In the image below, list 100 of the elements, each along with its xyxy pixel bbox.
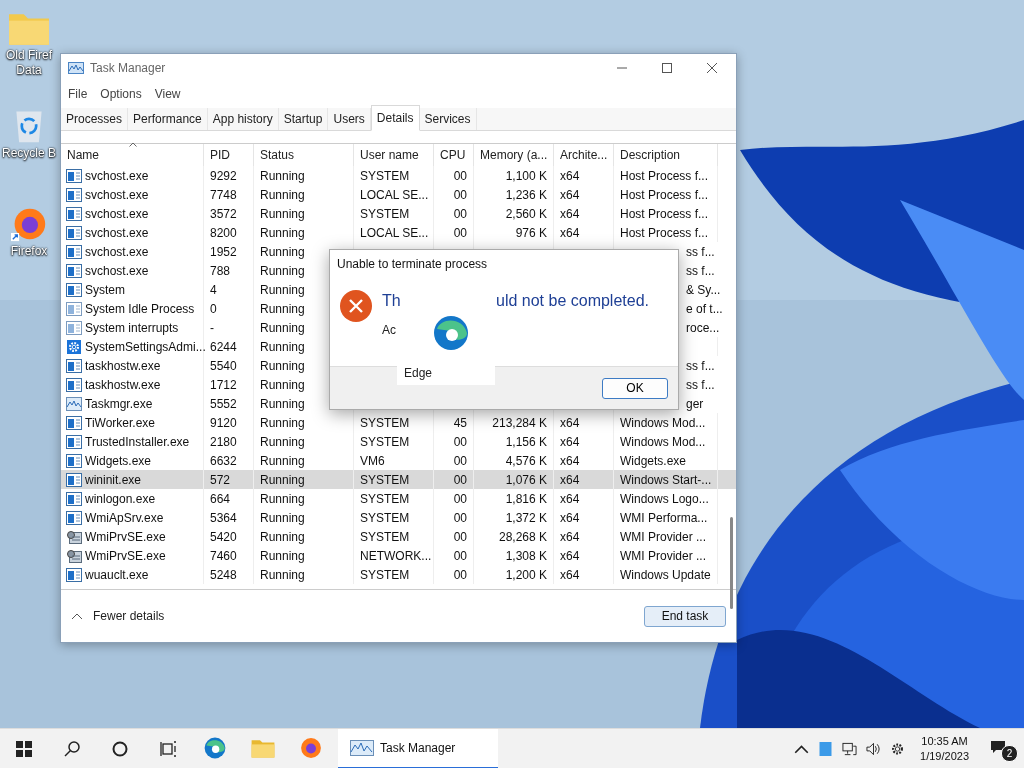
process-name: taskhostw.exe (85, 358, 161, 373)
clock[interactable]: 10:35 AM 1/19/2023 (920, 733, 969, 764)
process-name: TrustedInstaller.exe (85, 434, 190, 449)
fewer-details-link[interactable]: Fewer details (93, 609, 165, 623)
menu-item[interactable]: File (68, 87, 88, 101)
table-cell: Windows Update (620, 567, 711, 582)
window-icon (66, 567, 82, 582)
table-row[interactable]: svchost.exe 8200 Running LOCAL SE... 00 976 K x64 Host Process f... (61, 223, 736, 242)
network-icon[interactable] (842, 741, 858, 756)
table-cell: Running (260, 434, 305, 449)
desktop-icon-label: Firefox (10, 244, 48, 259)
windows-start-icon[interactable] (16, 740, 32, 757)
table-cell: 1,236 K (505, 187, 547, 202)
table-cell: 45 (453, 415, 467, 430)
ok-button[interactable]: OK (602, 377, 668, 399)
column-header[interactable]: Description (614, 144, 718, 166)
table-cell: 3572 (210, 206, 237, 221)
taskbar-button[interactable]: Task Manager (338, 728, 498, 768)
process-name: svchost.exe (85, 206, 149, 221)
table-row[interactable]: TiWorker.exe 9120 Running SYSTEM 45 213,284 K x64 Windows Mod... (61, 413, 736, 432)
task-view-icon[interactable] (160, 740, 176, 757)
tab[interactable]: Performance (128, 108, 208, 130)
firefox-icon (299, 736, 323, 759)
process-name: svchost.exe (85, 168, 149, 183)
desktop-icon-label: Recycle B (2, 146, 56, 161)
tab[interactable]: App history (207, 108, 279, 130)
menu-item[interactable]: Options (100, 87, 142, 101)
table-cell: 00 (453, 187, 467, 202)
table-cell: SYSTEM (360, 415, 410, 430)
process-name: taskhostw.exe (85, 377, 161, 392)
table-cell: SYSTEM (360, 491, 410, 506)
notifications-icon[interactable] (990, 739, 1006, 754)
tab[interactable]: Startup (278, 108, 329, 130)
menu-item[interactable]: View (154, 87, 181, 101)
column-header[interactable]: CPU (434, 144, 474, 166)
table-row[interactable]: WmiApSrv.exe 5364 Running SYSTEM 00 1,372 K x64 WMI Performa... (61, 508, 736, 527)
window-title: Task Manager (90, 61, 166, 75)
window-icon (66, 301, 82, 316)
table-row[interactable]: svchost.exe 9292 Running SYSTEM 00 1,100 K x64 Host Process f... (61, 166, 736, 185)
tab[interactable]: Processes (61, 108, 129, 130)
window-icon (66, 434, 82, 449)
column-header[interactable]: Memory (a... (474, 144, 554, 166)
volume-icon[interactable] (866, 741, 882, 756)
table-row[interactable]: WmiPrvSE.exe 5420 Running SYSTEM 00 28,268 K x64 WMI Provider ... (61, 527, 736, 546)
end-task-button[interactable]: End task (644, 605, 726, 627)
table-row[interactable]: svchost.exe 7748 Running LOCAL SE... 00 1,236 K x64 Host Process f... (61, 185, 736, 204)
collapse-chevron-icon[interactable] (71, 612, 83, 620)
date: 1/19/2023 (920, 748, 969, 764)
table-cell: 1,076 K (505, 472, 547, 487)
maximize-icon[interactable] (661, 62, 673, 74)
column-header[interactable]: User name (354, 144, 434, 166)
table-cell: e of t... (686, 301, 723, 316)
dialog-title: Unable to terminate process (336, 256, 489, 271)
search-icon[interactable] (64, 740, 80, 757)
table-row[interactable]: wininit.exe 572 Running SYSTEM 00 1,076 K x64 Windows Start-... (61, 470, 736, 489)
table-cell: x64 (560, 472, 580, 487)
tab[interactable]: Details (370, 105, 420, 131)
table-row[interactable]: svchost.exe 3572 Running SYSTEM 00 2,560 K x64 Host Process f... (61, 204, 736, 223)
table-cell: 1,100 K (505, 168, 547, 183)
process-name: System Idle Process (85, 301, 195, 316)
table-cell: 00 (453, 529, 467, 544)
process-name: WmiApSrv.exe (85, 510, 164, 525)
table-cell: Running (260, 244, 305, 259)
table-cell: 7460 (210, 548, 237, 563)
process-name: wininit.exe (85, 472, 142, 487)
table-cell: 00 (453, 225, 467, 240)
process-name: svchost.exe (85, 263, 149, 278)
table-cell: Running (260, 453, 305, 468)
table-cell: SYSTEM (360, 472, 410, 487)
table-cell: 00 (453, 168, 467, 183)
settings-icon[interactable] (890, 741, 906, 756)
table-cell: Running (260, 225, 305, 240)
table-row[interactable]: winlogon.exe 664 Running SYSTEM 00 1,816 K x64 Windows Logo... (61, 489, 736, 508)
square-icon[interactable] (818, 741, 834, 756)
table-row[interactable]: TrustedInstaller.exe 2180 Running SYSTEM 00 1,156 K x64 Windows Mod... (61, 432, 736, 451)
tab[interactable]: Users (328, 108, 371, 130)
table-cell: x64 (560, 168, 580, 183)
table-cell: 9292 (210, 168, 237, 183)
table-cell: 8200 (210, 225, 237, 240)
table-cell: x64 (560, 187, 580, 202)
drag-label: Edge (404, 366, 433, 380)
column-header[interactable]: Status (254, 144, 354, 166)
table-row[interactable]: wuauclt.exe 5248 Running SYSTEM 00 1,200 K x64 Windows Update (61, 565, 736, 584)
window-icon (66, 377, 82, 392)
table-cell: Running (260, 320, 305, 335)
column-header[interactable]: PID (204, 144, 254, 166)
desktop-icon-label: Data (16, 63, 42, 78)
process-name: Widgets.exe (85, 453, 152, 468)
task-manager-icon (66, 396, 82, 411)
table-cell: x64 (560, 206, 580, 221)
table-cell: Windows Start-... (620, 472, 712, 487)
close-icon[interactable] (706, 62, 718, 74)
scrollbar-thumb[interactable] (730, 517, 733, 609)
circle-icon[interactable] (112, 740, 128, 757)
table-cell: SYSTEM (360, 206, 410, 221)
window-icon (66, 206, 82, 221)
tab[interactable]: Services (419, 108, 477, 130)
table-row[interactable]: WmiPrvSE.exe 7460 Running NETWORK... 00 1,308 K x64 WMI Provider ... (61, 546, 736, 565)
column-header[interactable]: Name (61, 144, 204, 166)
column-header[interactable]: Archite... (554, 144, 614, 166)
